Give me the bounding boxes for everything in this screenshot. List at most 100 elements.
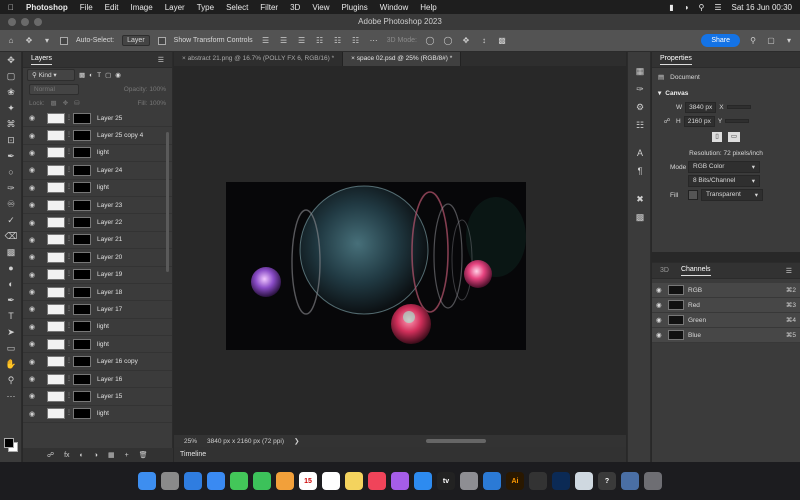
3d-orbit-icon[interactable]: ◯	[425, 36, 435, 46]
layer-mask-thumbnail[interactable]	[73, 303, 91, 315]
layer-mask-thumbnail[interactable]	[73, 251, 91, 263]
crop-tool-icon[interactable]: ⌘	[0, 116, 22, 132]
document-size-info[interactable]: 3840 px x 2160 px (72 ppi)	[207, 438, 284, 445]
downloads-icon[interactable]	[621, 472, 639, 490]
horizontal-scrollbar[interactable]	[426, 439, 486, 443]
apple-menu-icon[interactable]: 	[8, 3, 14, 12]
artboard-tool-icon[interactable]: ▢	[0, 68, 22, 84]
new-group-icon[interactable]: ▦	[108, 451, 115, 459]
workspace-chevron-icon[interactable]: ▾	[784, 36, 794, 46]
help-icon[interactable]: ?	[598, 472, 616, 490]
menu-view[interactable]: View	[312, 3, 329, 12]
layer-name[interactable]: Layer 23	[97, 202, 122, 209]
visibility-eye-icon[interactable]: ◉	[29, 149, 39, 157]
mask-link-icon[interactable]: ⋮	[65, 287, 73, 298]
layer-row[interactable]: ◉ ⋮ Layer 16	[23, 371, 172, 389]
layer-row[interactable]: ◉ ⋮ Layer 20	[23, 249, 172, 267]
mask-link-icon[interactable]: ⋮	[65, 321, 73, 332]
wifi-icon[interactable]: ◑	[684, 3, 689, 12]
mask-link-icon[interactable]: ⋮	[65, 234, 73, 245]
tab-properties[interactable]: Properties	[660, 55, 692, 65]
portrait-icon[interactable]: ▯	[712, 132, 722, 142]
visibility-eye-icon[interactable]: ◉	[656, 301, 668, 309]
layer-mask-thumbnail[interactable]	[73, 182, 91, 194]
layer-name[interactable]: light	[97, 323, 109, 330]
layer-row[interactable]: ◉ ⋮ Layer 17	[23, 301, 172, 319]
x-field[interactable]	[726, 105, 751, 109]
menu-image[interactable]: Image	[130, 3, 152, 12]
panel-menu-icon[interactable]: ☰	[158, 56, 164, 64]
tab-timeline[interactable]: Timeline	[180, 451, 206, 458]
adjustments-panel-icon[interactable]: ⚙	[628, 98, 652, 116]
mask-link-icon[interactable]: ⋮	[65, 304, 73, 315]
tv-icon[interactable]: tv	[437, 472, 455, 490]
width-field[interactable]: 3840 px	[685, 101, 717, 113]
eyedropper-tool-icon[interactable]: ✒	[0, 148, 22, 164]
new-layer-icon[interactable]: +	[125, 452, 129, 459]
zoom-level[interactable]: 25%	[184, 438, 197, 445]
filter-pixel-icon[interactable]: ▩	[79, 71, 85, 79]
layer-style-icon[interactable]: fx	[64, 452, 69, 459]
tab-document-space[interactable]: × space 02.psd @ 25% (RGB/8#) *	[343, 52, 462, 66]
photoshop-icon[interactable]	[552, 472, 570, 490]
tab-channels[interactable]: Channels	[680, 266, 711, 276]
align-bottom-icon[interactable]: ☷	[351, 36, 361, 46]
layer-mask-thumbnail[interactable]	[73, 199, 91, 211]
path-select-tool-icon[interactable]: ➤	[0, 324, 22, 340]
hand-tool-icon[interactable]: ✋	[0, 356, 22, 372]
mask-link-icon[interactable]: ⋮	[65, 339, 73, 350]
layer-mask-thumbnail[interactable]	[73, 321, 91, 333]
filter-adjust-icon[interactable]: ◐	[89, 72, 93, 79]
more-tools-icon[interactable]: ⋯	[0, 388, 22, 404]
tab-3d[interactable]: 3D	[660, 267, 669, 274]
tab-document-abstract[interactable]: × abstract 21.png @ 16.7% (POLLY FX 6, R…	[174, 52, 344, 66]
visibility-eye-icon[interactable]: ◉	[29, 236, 39, 244]
foreground-color-swatch[interactable]	[4, 438, 14, 448]
link-layers-icon[interactable]: ☍	[47, 451, 54, 459]
move-tool-icon[interactable]: ✥	[24, 36, 34, 46]
close-window-icon[interactable]	[8, 18, 16, 26]
visibility-eye-icon[interactable]: ◉	[29, 166, 39, 174]
delete-layer-icon[interactable]: 🗑	[139, 451, 148, 459]
visibility-eye-icon[interactable]: ◉	[29, 358, 39, 366]
visibility-eye-icon[interactable]: ◉	[29, 288, 39, 296]
layer-mask-thumbnail[interactable]	[73, 112, 91, 124]
filter-smart-icon[interactable]: ◉	[115, 71, 121, 79]
pen-tool-icon[interactable]: ✒	[0, 292, 22, 308]
cinema4d-icon[interactable]	[529, 472, 547, 490]
channel-row[interactable]: ◉ Blue ⌘5	[652, 328, 800, 343]
timeline-panel-tab[interactable]: Timeline	[174, 447, 626, 462]
menu-edit[interactable]: Edit	[105, 3, 119, 12]
visibility-eye-icon[interactable]: ◉	[29, 219, 39, 227]
mask-link-icon[interactable]: ⋮	[65, 165, 73, 176]
layer-mask-thumbnail[interactable]	[73, 130, 91, 142]
mail-icon[interactable]	[207, 472, 225, 490]
search-icon[interactable]: ⚲	[748, 36, 758, 46]
status-chevron-icon[interactable]: ❯	[294, 437, 299, 445]
align-middle-icon[interactable]: ☷	[333, 36, 343, 46]
visibility-eye-icon[interactable]: ◉	[29, 201, 39, 209]
layer-mask-thumbnail[interactable]	[73, 147, 91, 159]
filter-type-icon[interactable]: T	[97, 72, 101, 79]
control-center-icon[interactable]: ☰	[714, 3, 721, 12]
layer-name[interactable]: light	[97, 341, 109, 348]
align-left-icon[interactable]: ☰	[261, 36, 271, 46]
mask-link-icon[interactable]: ⋮	[65, 217, 73, 228]
layer-mask-thumbnail[interactable]	[73, 217, 91, 229]
calendar-icon[interactable]: 15	[299, 472, 317, 490]
layer-row[interactable]: ◉ ⋮ Layer 24	[23, 162, 172, 180]
music-icon[interactable]	[368, 472, 386, 490]
y-field[interactable]	[725, 119, 750, 123]
layer-name[interactable]: Layer 25 copy 4	[97, 132, 143, 139]
tab-layers[interactable]: Layers	[31, 55, 53, 65]
visibility-eye-icon[interactable]: ◉	[656, 331, 668, 339]
layer-name[interactable]: Layer 20	[97, 254, 122, 261]
move-tool-icon[interactable]: ✥	[0, 52, 22, 68]
layer-row[interactable]: ◉ ⋮ light	[23, 406, 172, 424]
opacity-field[interactable]: Opacity: 100%	[124, 86, 166, 93]
layer-mask-thumbnail[interactable]	[73, 408, 91, 420]
mask-link-icon[interactable]: ⋮	[65, 182, 73, 193]
visibility-eye-icon[interactable]: ◉	[29, 271, 39, 279]
mask-link-icon[interactable]: ⋮	[65, 252, 73, 263]
mask-link-icon[interactable]: ⋮	[65, 200, 73, 211]
